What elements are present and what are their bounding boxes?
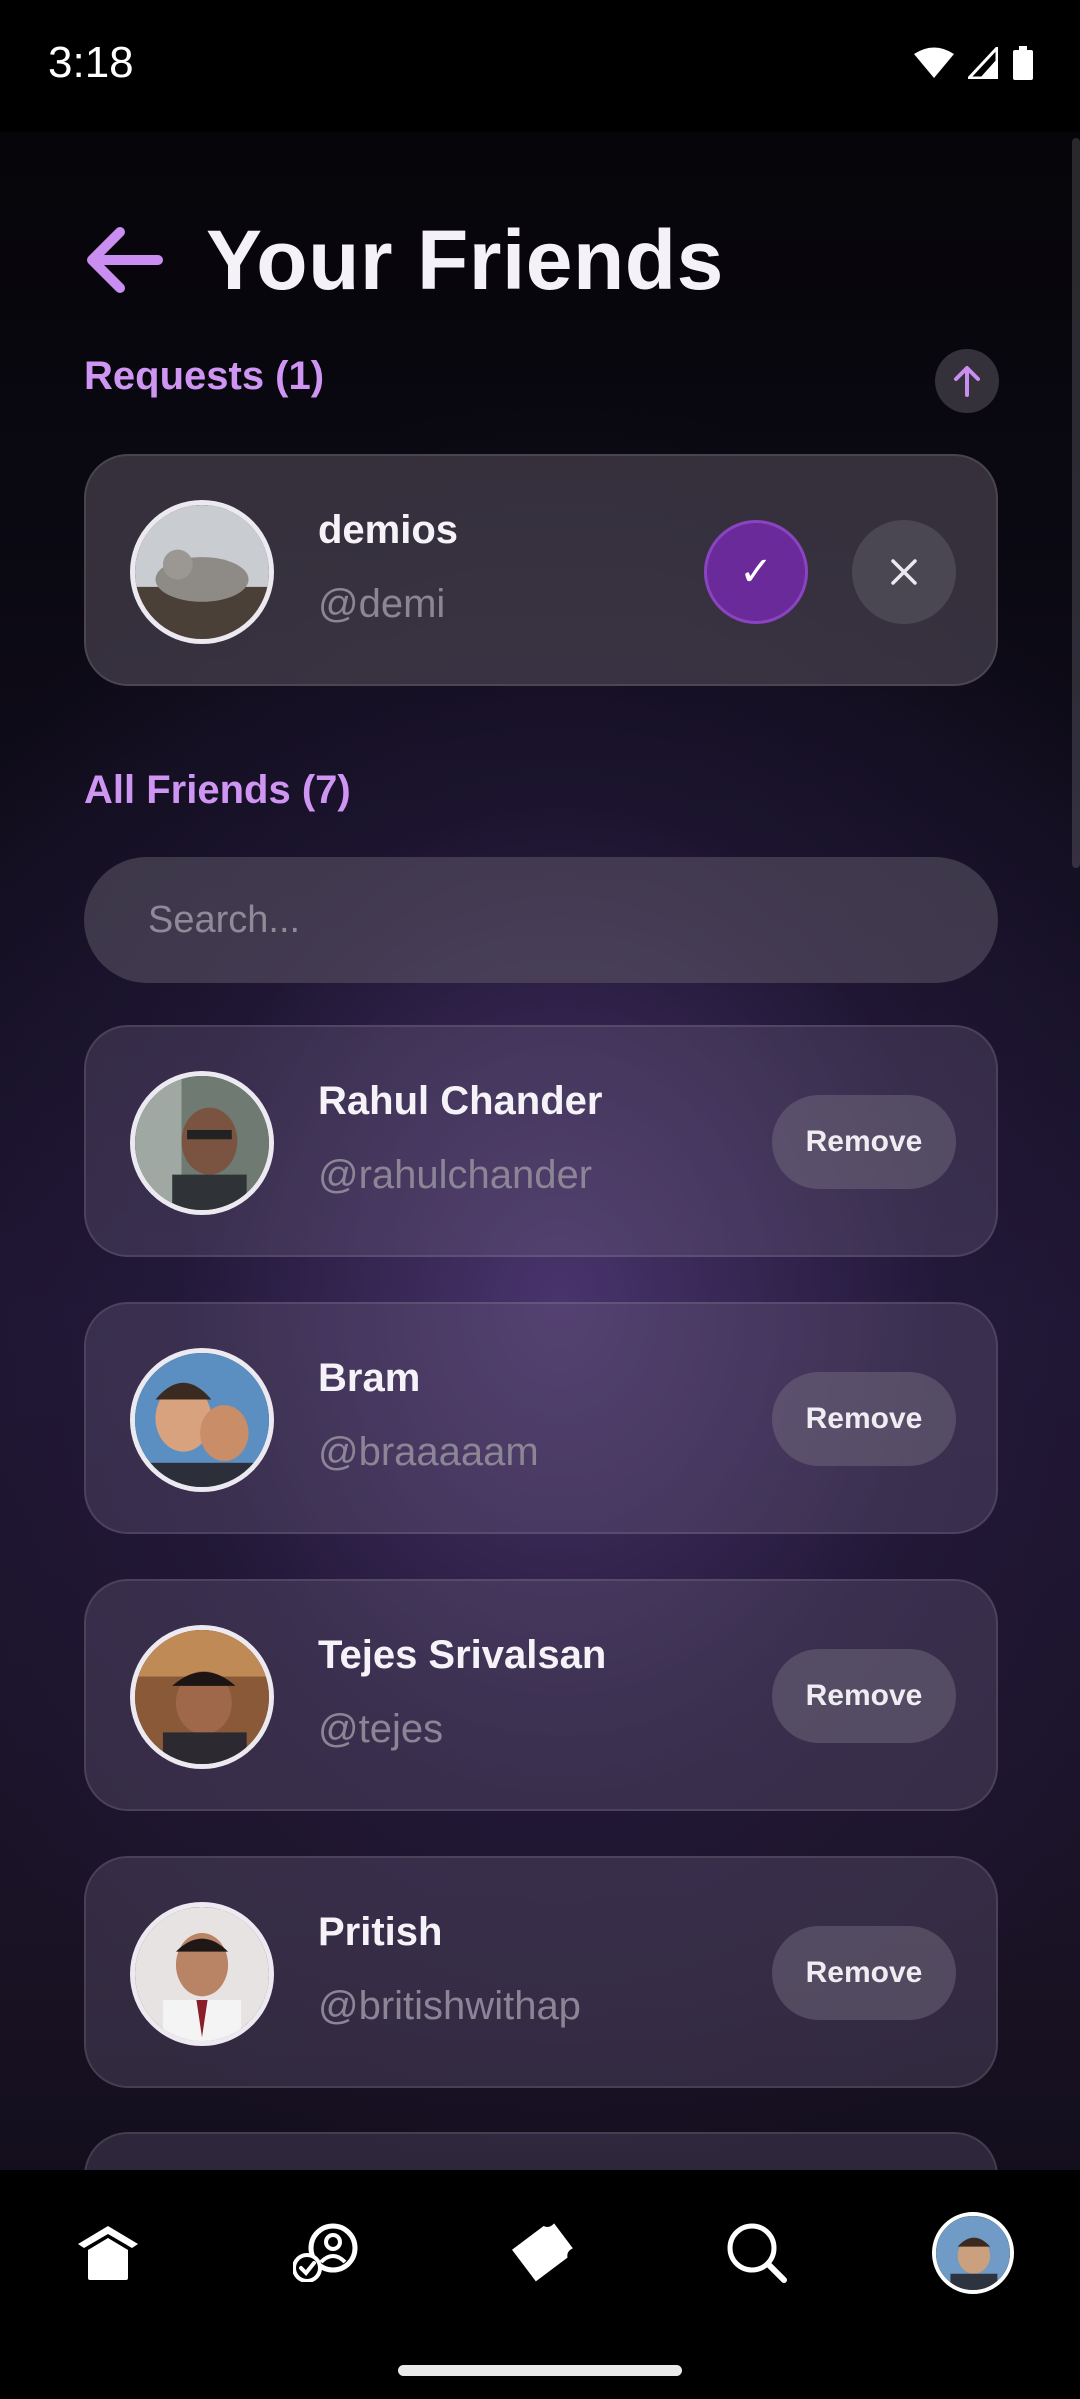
search-icon — [727, 2223, 787, 2283]
friend-request-card: demios @demi ✓ — [84, 454, 998, 686]
friends-screen: 3:18 Your Friends Requests (1) demios @d… — [0, 0, 1080, 2399]
friend-handle: @braaaaam — [318, 1430, 539, 1474]
scroll-indicator[interactable] — [1072, 138, 1080, 868]
accept-request-button[interactable]: ✓ — [704, 520, 808, 624]
remove-friend-button[interactable]: Remove — [772, 1095, 956, 1189]
avatar — [130, 1902, 274, 2046]
avatar — [130, 1348, 274, 1492]
friend-handle: @tejes — [318, 1707, 444, 1751]
friend-name: Tejes Srivalsan — [318, 1633, 607, 1677]
arrow-up-icon — [954, 366, 980, 397]
status-icons — [914, 46, 1034, 80]
friend-card: Pritish @britishwithap Remove — [84, 1856, 998, 2088]
signal-icon — [968, 47, 998, 79]
status-bar: 3:18 — [0, 0, 1080, 132]
friends-icon — [293, 2223, 358, 2282]
friend-name: Pritish — [318, 1910, 443, 1954]
avatar — [130, 500, 274, 644]
request-handle: @demi — [318, 582, 446, 626]
back-button[interactable] — [84, 224, 164, 296]
profile-avatar — [936, 2216, 1010, 2290]
nav-tickets[interactable] — [502, 2212, 582, 2292]
page-title: Your Friends — [206, 213, 724, 307]
nav-profile-avatar[interactable] — [932, 2212, 1014, 2294]
search-input[interactable] — [146, 897, 998, 943]
collapse-requests-button[interactable] — [935, 349, 999, 413]
battery-icon — [1013, 46, 1033, 80]
arrow-left-icon — [87, 227, 163, 293]
friend-card: Bram @braaaaam Remove — [84, 1302, 998, 1534]
remove-friend-button[interactable]: Remove — [772, 1926, 956, 2020]
request-name: demios — [318, 508, 459, 552]
status-time: 3:18 — [48, 38, 134, 87]
friend-name: Rahul Chander — [318, 1079, 603, 1123]
nav-home[interactable] — [68, 2212, 148, 2292]
nav-search[interactable] — [716, 2212, 796, 2292]
friends-search[interactable] — [84, 857, 998, 983]
remove-friend-button[interactable]: Remove — [772, 1649, 956, 1743]
home-indicator[interactable] — [398, 2365, 682, 2376]
friend-name: Bram — [318, 1356, 421, 1400]
friend-handle: @britishwithap — [318, 1984, 581, 2028]
close-icon — [891, 559, 917, 585]
check-icon: ✓ — [739, 550, 773, 594]
all-friends-label: All Friends (7) — [84, 768, 351, 812]
friend-card: Tejes Srivalsan @tejes Remove — [84, 1579, 998, 1811]
decline-request-button[interactable] — [852, 520, 956, 624]
requests-label: Requests (1) — [84, 354, 325, 398]
remove-friend-button[interactable]: Remove — [772, 1372, 956, 1466]
avatar — [130, 1625, 274, 1769]
friend-handle: @rahulchander — [318, 1153, 593, 1197]
home-icon — [78, 2226, 138, 2280]
nav-friends[interactable] — [286, 2212, 366, 2292]
wifi-icon — [914, 47, 954, 78]
avatar — [130, 1071, 274, 1215]
friend-card: Rahul Chander @rahulchander Remove — [84, 1025, 998, 1257]
ticket-icon — [512, 2223, 573, 2282]
